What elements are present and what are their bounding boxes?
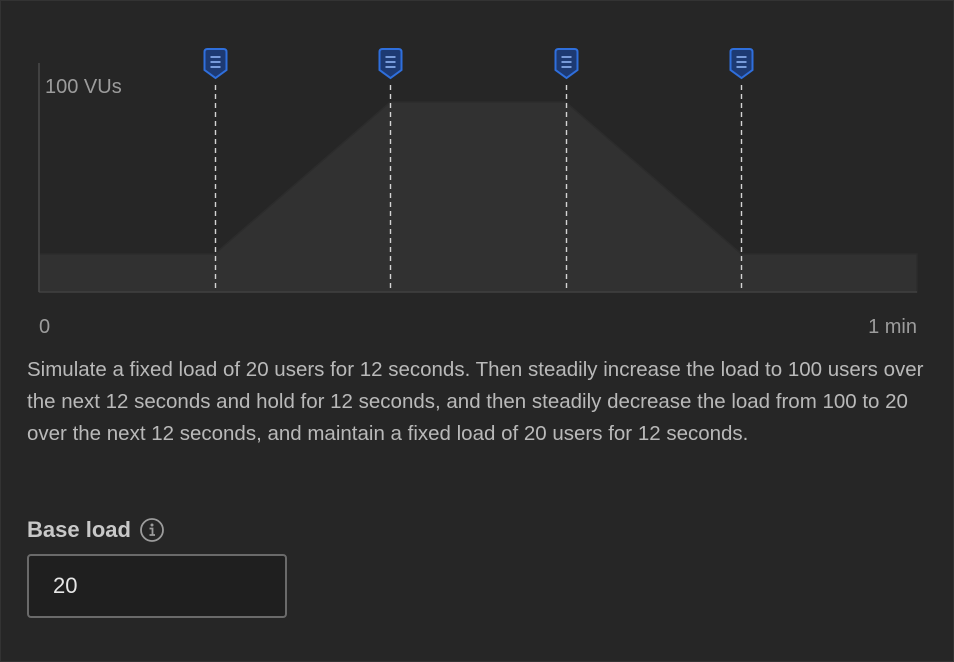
load-profile-chart: 100 VUs 0 1 min xyxy=(38,48,918,338)
x-end-label: 1 min xyxy=(868,316,917,338)
y-max-label: 100 VUs xyxy=(45,76,122,98)
base-load-label-row: Base load xyxy=(27,514,165,546)
list-icon[interactable] xyxy=(729,48,754,80)
list-icon[interactable] xyxy=(203,48,228,80)
load-profile-panel: 100 VUs 0 1 min Simulate a fixed load of… xyxy=(0,0,954,662)
x-start-label: 0 xyxy=(39,316,50,338)
list-icon[interactable] xyxy=(554,48,579,80)
list-icon[interactable] xyxy=(378,48,403,80)
base-load-label: Base load xyxy=(27,517,131,542)
load-area xyxy=(38,101,918,293)
load-profile-description: Simulate a fixed load of 20 users for 12… xyxy=(27,358,924,445)
base-load-input[interactable] xyxy=(27,554,287,618)
info-icon[interactable] xyxy=(139,517,165,543)
